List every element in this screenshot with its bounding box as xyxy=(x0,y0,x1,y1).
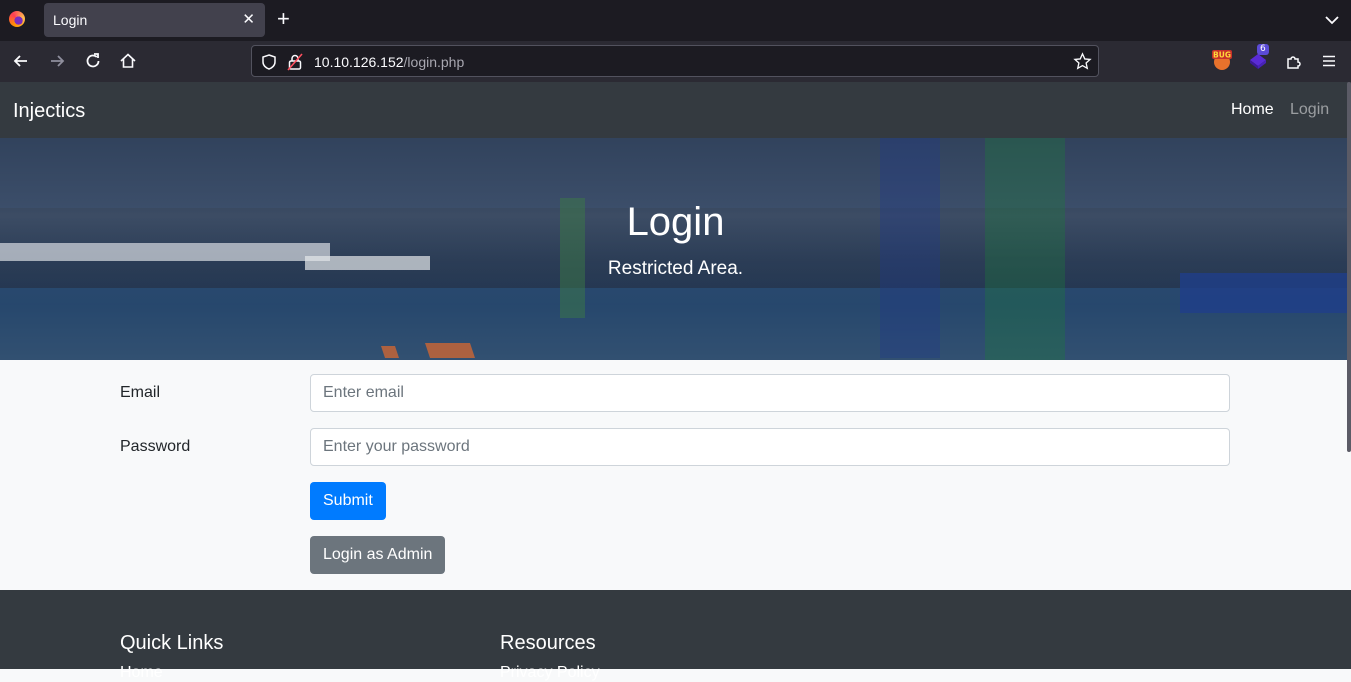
password-field[interactable] xyxy=(310,428,1230,466)
footer-link-home[interactable]: Home xyxy=(120,664,163,682)
site-footer: Quick Links Resources Home Privacy Polic… xyxy=(0,590,1351,681)
bookmark-star-icon[interactable] xyxy=(1073,52,1092,71)
browser-tab-bar: Login ✕ + xyxy=(0,0,1351,41)
email-label: Email xyxy=(120,384,161,401)
password-label: Password xyxy=(120,438,191,455)
hero-title: Login xyxy=(626,200,725,244)
extension-badge: 6 xyxy=(1257,44,1269,55)
tracking-shield-icon[interactable] xyxy=(260,53,278,71)
login-form: Email Password Submit Login as Admin xyxy=(0,360,1351,590)
firefox-logo-icon xyxy=(9,11,25,27)
bug-extension-icon[interactable]: BUG xyxy=(1211,49,1233,71)
site-navbar: Injectics Home Login xyxy=(0,82,1351,138)
hero-stadium-image xyxy=(0,138,1351,360)
nav-link-home[interactable]: Home xyxy=(1231,101,1274,119)
footer-link-privacy[interactable]: Privacy Policy xyxy=(500,664,600,682)
tab-title: Login xyxy=(53,12,88,28)
browser-tab[interactable]: Login ✕ xyxy=(44,3,265,37)
forward-icon[interactable] xyxy=(47,51,67,71)
site-brand[interactable]: Injectics xyxy=(13,100,85,123)
tab-close-icon[interactable]: ✕ xyxy=(242,10,255,28)
list-all-tabs-icon[interactable] xyxy=(1322,10,1342,30)
footer-quick-links-heading: Quick Links xyxy=(120,632,224,654)
hero-banner: Login Restricted Area. xyxy=(0,138,1351,360)
insecure-lock-icon[interactable] xyxy=(287,53,303,71)
home-icon[interactable] xyxy=(118,51,138,71)
submit-button[interactable]: Submit xyxy=(310,482,386,520)
browser-toolbar: 10.10.126.152/login.php BUG 6 xyxy=(0,41,1351,82)
email-field[interactable] xyxy=(310,374,1230,412)
url-host: 10.10.126.152 xyxy=(314,54,404,70)
nav-link-login[interactable]: Login xyxy=(1290,101,1329,119)
hero-subtitle: Restricted Area. xyxy=(607,258,744,279)
new-tab-icon[interactable]: + xyxy=(277,6,290,32)
footer-resources-heading: Resources xyxy=(500,632,596,654)
reload-icon[interactable] xyxy=(83,51,103,71)
url-path: /login.php xyxy=(403,54,465,70)
hamburger-menu-icon[interactable] xyxy=(1319,51,1339,71)
purple-extension-icon[interactable]: 6 xyxy=(1247,44,1269,71)
back-icon[interactable] xyxy=(11,51,31,71)
url-bar[interactable]: 10.10.126.152/login.php xyxy=(251,45,1099,77)
login-as-admin-button[interactable]: Login as Admin xyxy=(310,536,446,574)
extensions-puzzle-icon[interactable] xyxy=(1284,51,1304,71)
url-text[interactable]: 10.10.126.152/login.php xyxy=(314,54,464,70)
svg-text:BUG: BUG xyxy=(1213,51,1231,60)
page-scrollbar[interactable] xyxy=(1347,82,1351,452)
